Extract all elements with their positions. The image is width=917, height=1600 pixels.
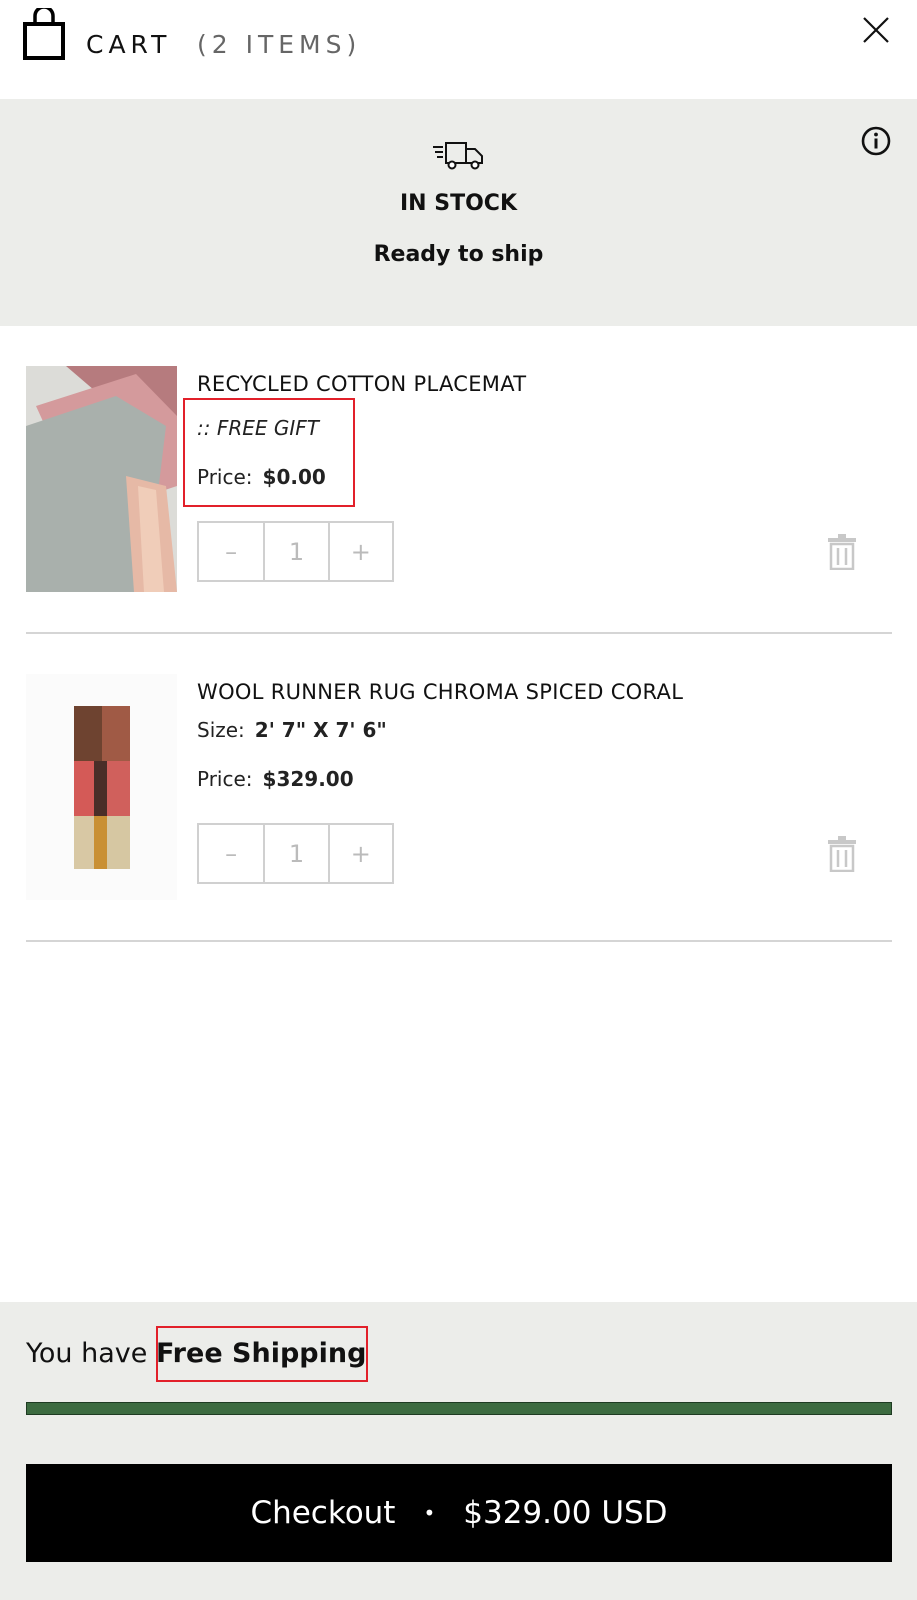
cart-item: WOOL RUNNER RUG CHROMA SPICED CORAL Size… [26,634,892,942]
quantity-input[interactable]: 1 [263,825,327,882]
shipping-progress-bar [26,1402,892,1415]
checkout-label: Checkout [250,1495,396,1531]
bag-icon [23,8,65,60]
stock-status-subtitle: Ready to ship [373,242,544,267]
checkout-separator: • [423,1501,436,1525]
cart-item-count: (2 ITEMS) [197,30,362,59]
quantity-stepper: – 1 + [197,823,394,884]
increase-quantity-button[interactable]: + [327,523,392,580]
stock-banner: IN STOCK Ready to ship [0,99,917,326]
size-label: Size: [197,718,245,742]
price-label: Price: [197,767,253,791]
cart-footer: You have Free Shipping Checkout • $329.0… [0,1302,917,1600]
highlight-box [156,1326,368,1382]
trash-icon[interactable] [827,836,857,872]
decrease-quantity-button[interactable]: – [199,825,263,882]
cart-title: CART [86,30,172,59]
size-value: 2' 7" X 7' 6" [254,718,387,742]
info-icon[interactable] [860,125,892,157]
highlight-box [183,398,355,507]
trash-icon[interactable] [827,534,857,570]
quantity-input[interactable]: 1 [263,523,327,580]
product-name[interactable]: WOOL RUNNER RUG CHROMA SPICED CORAL [197,680,683,704]
close-icon[interactable] [862,16,890,44]
quantity-stepper: – 1 + [197,521,394,582]
price-value: $329.00 [262,767,354,791]
cart-item: RECYCLED COTTON PLACEMAT :: FREE GIFT Pr… [26,326,892,634]
product-name[interactable]: RECYCLED COTTON PLACEMAT [197,372,526,396]
size-row: Size: 2' 7" X 7' 6" [197,718,387,742]
shipping-progress-fill [27,1403,891,1414]
truck-icon [433,142,483,170]
checkout-button[interactable]: Checkout • $329.00 USD [26,1464,892,1562]
increase-quantity-button[interactable]: + [327,825,392,882]
product-image-rug[interactable] [26,674,177,900]
product-image-placemat[interactable] [26,366,177,592]
checkout-total: $329.00 USD [463,1495,668,1531]
price-row: Price: $329.00 [197,767,354,791]
decrease-quantity-button[interactable]: – [199,523,263,580]
shipping-prefix: You have [26,1338,148,1369]
stock-status-title: IN STOCK [399,191,517,216]
cart-header: CART (2 ITEMS) [0,0,917,99]
